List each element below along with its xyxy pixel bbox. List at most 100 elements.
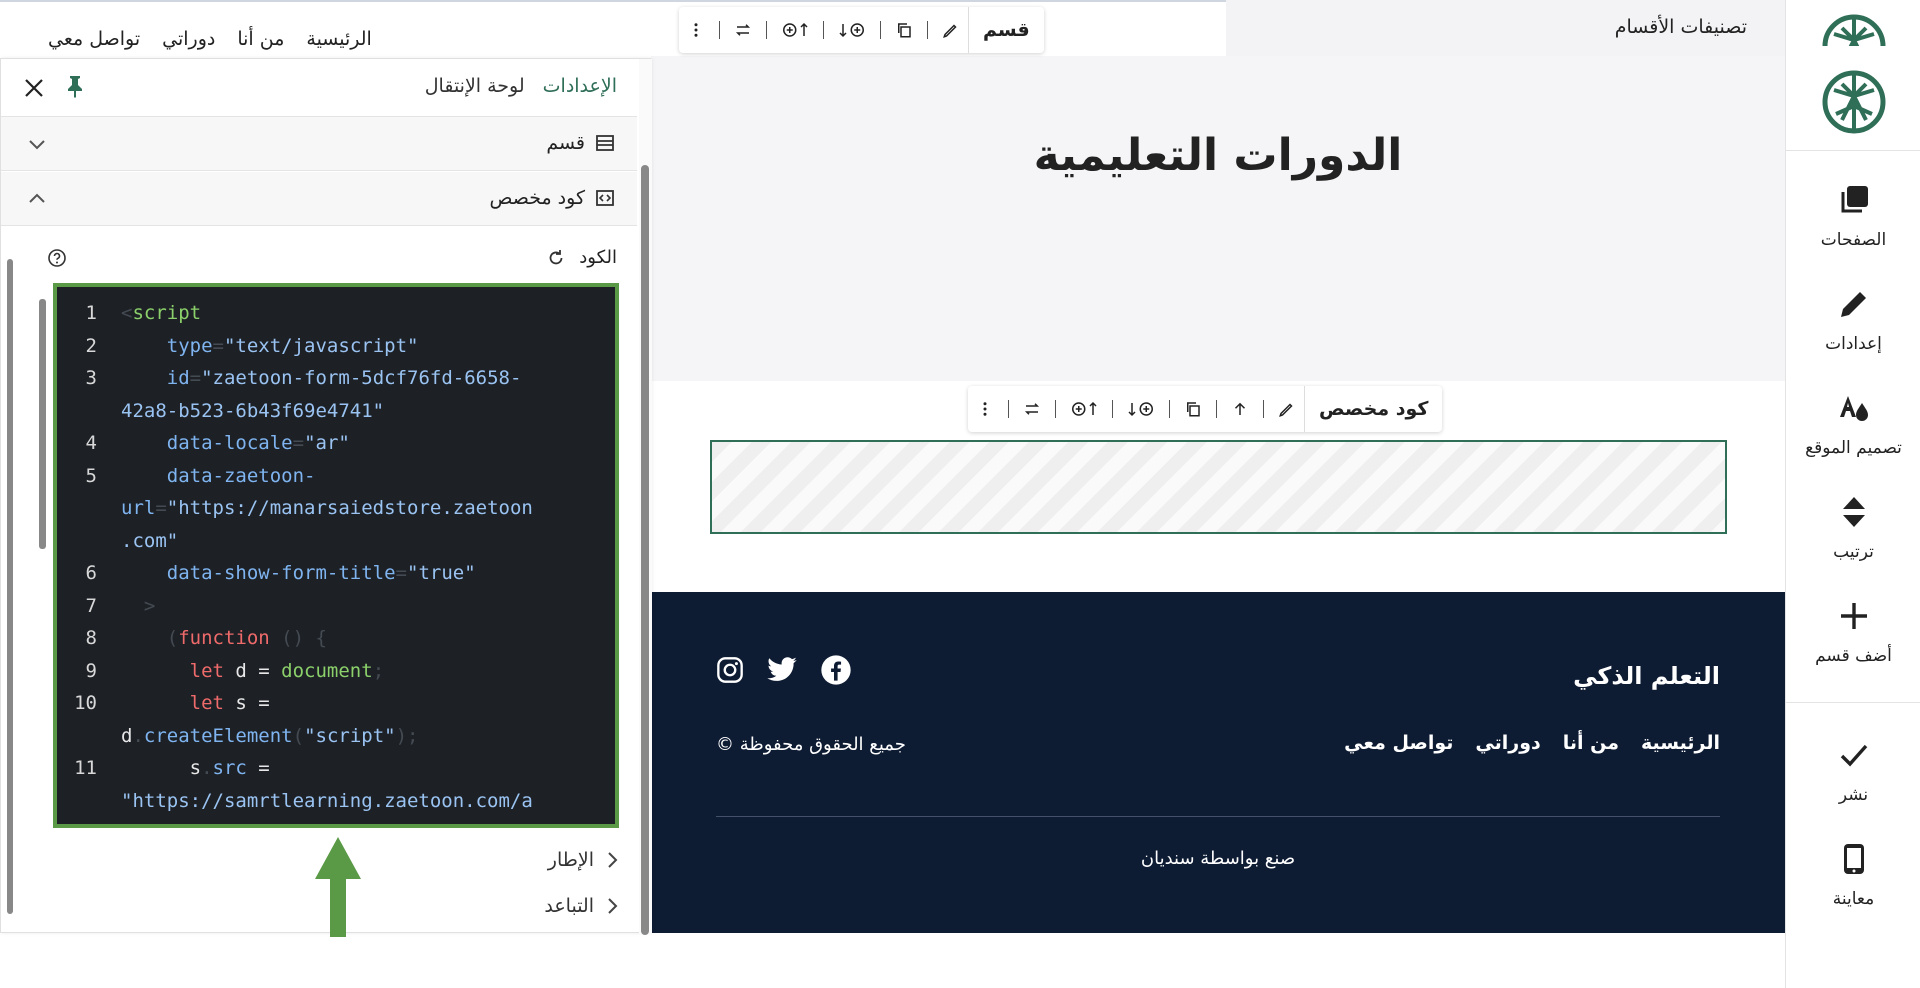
custom-code-placeholder[interactable] bbox=[710, 440, 1727, 534]
design-icon bbox=[1834, 388, 1874, 428]
code-text: "https://samrtlearning.zaetoon.com/a bbox=[121, 789, 533, 812]
reorder-icon bbox=[1834, 492, 1874, 532]
site-nav: الرئيسية من أنا دوراتي تواصل معي bbox=[48, 28, 372, 50]
instagram-icon[interactable] bbox=[716, 656, 744, 684]
accordion-custom-code[interactable]: كود مخصص bbox=[1, 172, 637, 226]
toolbar-divider bbox=[927, 21, 928, 39]
more-icon[interactable] bbox=[968, 386, 1002, 432]
panel-scrollbar[interactable] bbox=[639, 59, 652, 935]
pin-icon[interactable] bbox=[65, 74, 85, 98]
code-text: 42a8-b523-6b43f69e4741" bbox=[121, 399, 385, 422]
line-number: 4 bbox=[85, 432, 97, 454]
edit-icon[interactable] bbox=[934, 7, 968, 53]
swap-icon[interactable] bbox=[1015, 386, 1049, 432]
edit-icon[interactable] bbox=[1270, 386, 1304, 432]
topbar-title: تصنيفات الأقسام bbox=[1614, 16, 1747, 38]
add-below-icon[interactable] bbox=[1119, 386, 1163, 432]
duplicate-icon[interactable] bbox=[1176, 386, 1210, 432]
code-text: url="https://manarsaiedstore.zaetoon bbox=[121, 497, 533, 519]
accordion-label: كود مخصص bbox=[489, 187, 585, 209]
swap-icon[interactable] bbox=[726, 7, 760, 53]
topbar: تصنيفات الأقسام bbox=[1226, 0, 1785, 56]
footer-links: الرئيسية من أنا دوراتي تواصل معي bbox=[1344, 732, 1720, 754]
accordion-frame[interactable]: الإطار bbox=[548, 849, 620, 871]
footer-link[interactable]: تواصل معي bbox=[1344, 732, 1453, 754]
scrollbar-thumb[interactable] bbox=[7, 259, 13, 914]
add-above-icon[interactable] bbox=[1062, 386, 1106, 432]
sidebar-item-add-section[interactable]: أضف قسم bbox=[1786, 586, 1920, 676]
duplicate-icon[interactable] bbox=[887, 7, 921, 53]
block-toolbar: كود مخصص bbox=[968, 386, 1443, 432]
scrollbar-thumb[interactable] bbox=[39, 299, 46, 549]
tab-navigator[interactable]: لوحة الإنتقال bbox=[425, 75, 525, 97]
sidebar-item-preview[interactable]: معاينة bbox=[1786, 829, 1920, 919]
sidebar-item-label: إعدادات bbox=[1825, 334, 1882, 354]
section-toolbar-label: قسم bbox=[968, 7, 1044, 53]
logo-icon bbox=[1822, 14, 1886, 46]
sidebar-item-publish[interactable]: نشر bbox=[1786, 725, 1920, 815]
line-number: 9 bbox=[85, 659, 97, 682]
hero-title: الدورات التعليمية bbox=[1033, 130, 1403, 181]
hero-section[interactable]: الدورات التعليمية bbox=[651, 56, 1785, 381]
sidebar-item-pages[interactable]: الصفحات bbox=[1786, 170, 1920, 260]
site-nav-item[interactable]: الرئيسية bbox=[306, 28, 371, 50]
footer-link[interactable]: من أنا bbox=[1563, 732, 1619, 754]
arrow-up-annotation-icon bbox=[313, 837, 363, 937]
code-text: d.createElement("script"); bbox=[121, 724, 419, 747]
code-text: data-show-form-title="true" bbox=[166, 562, 476, 584]
section-toolbar: قسم bbox=[679, 7, 1044, 53]
code-text: let s = bbox=[189, 692, 270, 714]
mobile-icon bbox=[1834, 839, 1874, 879]
code-editor[interactable]: 1 <script 2 type="text/javascript" 3 id="za… bbox=[53, 283, 619, 828]
panel-inner-scrollbar[interactable] bbox=[5, 249, 15, 939]
accordion-section[interactable]: قسم bbox=[1, 117, 637, 171]
line-number: 2 bbox=[85, 334, 97, 357]
line-number: 6 bbox=[85, 562, 97, 584]
toolbar-divider bbox=[1169, 400, 1170, 418]
more-icon[interactable] bbox=[679, 7, 713, 53]
page-canvas: الدورات التعليمية كود مخصص التعلم الذكي … bbox=[651, 56, 1785, 933]
toolbar-divider bbox=[880, 21, 881, 39]
toolbar-divider bbox=[719, 21, 720, 39]
accordion-label: التباعد bbox=[544, 895, 594, 917]
logo-icon[interactable] bbox=[1822, 70, 1886, 134]
sidebar-item-reorder[interactable]: ترتيب bbox=[1786, 482, 1920, 572]
tab-settings[interactable]: الإعدادات bbox=[543, 75, 617, 97]
toolbar-divider bbox=[1263, 400, 1264, 418]
sidebar-item-design[interactable]: تصميم الموقع bbox=[1786, 378, 1920, 468]
code-scrollbar[interactable] bbox=[37, 287, 49, 827]
code-text: (function () { bbox=[166, 627, 327, 649]
site-nav-item[interactable]: تواصل معي bbox=[48, 28, 140, 50]
code-icon bbox=[595, 189, 615, 207]
code-field-header: الكود bbox=[1, 239, 637, 279]
footer-link[interactable]: دوراتي bbox=[1475, 732, 1540, 754]
social-links bbox=[716, 654, 852, 686]
footer-link[interactable]: الرئيسية bbox=[1641, 732, 1720, 754]
site-footer: التعلم الذكي الرئيسية من أنا دوراتي تواص… bbox=[651, 592, 1785, 933]
scrollbar-thumb[interactable] bbox=[641, 165, 649, 935]
accordion-spacing[interactable]: التباعد bbox=[544, 895, 620, 917]
code-text: data-zaetoon- bbox=[166, 464, 316, 487]
move-up-icon[interactable] bbox=[1223, 386, 1257, 432]
plus-icon bbox=[1834, 596, 1874, 636]
facebook-icon[interactable] bbox=[820, 654, 852, 686]
site-nav-item[interactable]: من أنا bbox=[237, 28, 284, 50]
add-above-icon[interactable] bbox=[773, 7, 817, 53]
reset-icon[interactable] bbox=[546, 248, 566, 268]
close-icon[interactable] bbox=[23, 77, 45, 99]
sidebar-item-settings[interactable]: إعدادات bbox=[1786, 274, 1920, 364]
add-below-icon[interactable] bbox=[830, 7, 874, 53]
help-icon[interactable] bbox=[47, 248, 67, 268]
accordion-label: قسم bbox=[546, 132, 585, 154]
line-number: 10 bbox=[74, 692, 97, 714]
twitter-icon[interactable] bbox=[766, 656, 798, 684]
chevron-down-icon[interactable] bbox=[27, 134, 47, 154]
site-nav-item[interactable]: دوراتي bbox=[162, 28, 215, 50]
sidebar-divider bbox=[1786, 150, 1920, 151]
code-text: data-locale="ar" bbox=[166, 432, 350, 454]
block-toolbar-label: كود مخصص bbox=[1304, 386, 1442, 432]
panel-tabs: الإعدادات لوحة الإنتقال bbox=[425, 75, 617, 97]
line-number: 7 bbox=[85, 594, 97, 617]
pages-icon bbox=[1834, 180, 1874, 220]
chevron-up-icon[interactable] bbox=[27, 189, 47, 209]
